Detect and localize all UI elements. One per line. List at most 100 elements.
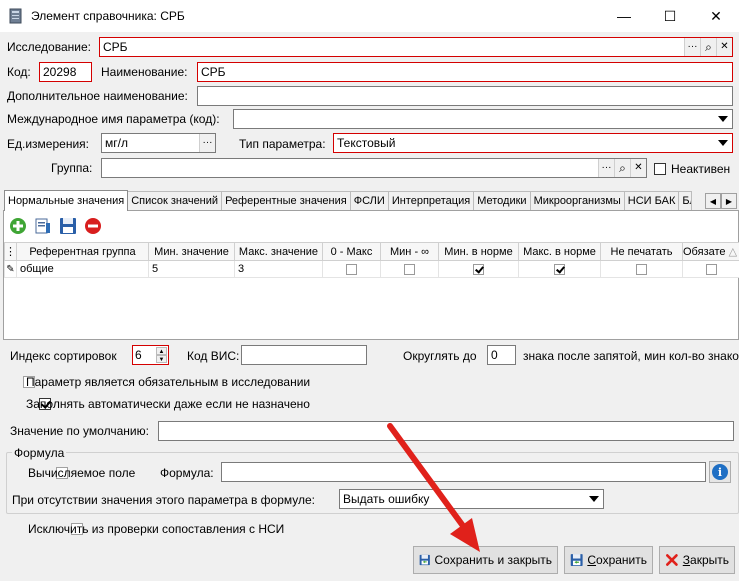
unit-field[interactable]: мг/л ··· <box>101 133 216 153</box>
group-search-button[interactable]: ⌕ <box>614 159 630 177</box>
delete-row-button[interactable] <box>83 216 103 236</box>
delete-icon <box>85 218 101 234</box>
no-print-checkbox[interactable] <box>636 263 647 275</box>
group-clear-button[interactable]: ✕ <box>630 159 646 177</box>
cell-no-print[interactable] <box>600 260 683 278</box>
zero-max-checkbox[interactable] <box>346 263 357 275</box>
minimize-icon: — <box>617 8 631 24</box>
column-header-label: Обязате <box>683 246 726 258</box>
edit-row-button[interactable] <box>33 216 53 236</box>
additional-name-field[interactable] <box>197 86 733 106</box>
min-inf-checkbox[interactable] <box>404 263 415 275</box>
group-field[interactable]: ··· ⌕ ✕ <box>101 158 647 178</box>
column-header[interactable]: Обязате △ <box>682 242 739 261</box>
min-norm-checkbox[interactable] <box>473 263 484 275</box>
title-bar: Элемент справочника: СРБ — ☐ ✕ <box>0 0 739 32</box>
research-search-button[interactable]: ⌕ <box>700 38 716 56</box>
research-clear-button[interactable]: ✕ <box>716 38 732 56</box>
clear-icon: ✕ <box>720 41 729 52</box>
code-field[interactable]: 20298 <box>39 62 92 82</box>
additional-name-label: Дополнительное наименование: <box>7 89 188 103</box>
chevron-down-icon <box>718 116 728 122</box>
column-header[interactable]: Мин - ∞ <box>380 242 439 261</box>
tab-0[interactable]: Нормальные значения <box>4 190 129 211</box>
formula-group-title: Формула <box>12 446 67 461</box>
column-header[interactable]: Мин. значение <box>148 242 235 261</box>
vis-code-field[interactable] <box>241 345 367 365</box>
cell-ref-group[interactable]: общие <box>16 260 149 278</box>
unit-browse-button[interactable]: ··· <box>199 134 215 152</box>
spin-down-button[interactable]: ▼ <box>156 355 167 363</box>
minimize-button[interactable]: — <box>601 0 647 32</box>
maximize-icon: ☐ <box>663 7 677 24</box>
app-icon <box>8 8 24 24</box>
column-header[interactable]: Макс. в норме <box>518 242 601 261</box>
required-param-label: Параметр является обязательным в исследо… <box>26 375 311 389</box>
research-label: Исследование: <box>7 40 91 54</box>
ellipsis-icon: ··· <box>601 162 612 173</box>
group-browse-button[interactable]: ··· <box>598 159 614 177</box>
research-browse-button[interactable]: ··· <box>684 38 700 56</box>
close-x-icon <box>665 554 678 566</box>
cell-required[interactable] <box>682 260 739 278</box>
intl-name-label: Международное имя параметра (код): <box>7 112 220 126</box>
tab-8[interactable]: Бл <box>678 191 693 210</box>
tab-1[interactable]: Список значений <box>127 191 223 210</box>
name-label: Наименование: <box>101 65 188 79</box>
param-type-label: Тип параметра: <box>239 137 326 151</box>
research-field[interactable]: СРБ ··· ⌕ ✕ <box>99 37 733 57</box>
max-norm-checkbox[interactable] <box>554 263 565 275</box>
name-field[interactable]: СРБ <box>197 62 733 82</box>
clear-icon: ✕ <box>634 162 643 173</box>
add-row-button[interactable] <box>8 216 28 236</box>
edit-icon <box>35 218 50 234</box>
sort-index-spinner[interactable]: 6 ▲ ▼ <box>132 345 169 365</box>
save-label: Сохранить <box>587 553 647 567</box>
tab-7[interactable]: НСИ БАК <box>623 191 680 210</box>
round-label: Округлять до <box>403 349 477 363</box>
cell-zero-max[interactable] <box>322 260 381 278</box>
tab-scroll-left-button[interactable]: ◀ <box>705 193 721 209</box>
cell-max[interactable]: 3 <box>234 260 323 278</box>
maximize-button[interactable]: ☐ <box>647 0 693 32</box>
chevron-down-icon <box>589 496 599 502</box>
cell-min[interactable]: 5 <box>148 260 235 278</box>
round-field[interactable]: 0 <box>487 345 516 365</box>
cell-max-norm[interactable] <box>518 260 601 278</box>
formula-label: Формула: <box>160 466 214 480</box>
tab-4[interactable]: Интерпретация <box>387 191 475 210</box>
cell-min-norm[interactable] <box>438 260 519 278</box>
chevron-down-icon <box>718 140 728 146</box>
column-header[interactable]: Не печатать <box>600 242 683 261</box>
save-icon <box>570 554 583 566</box>
inactive-checkbox[interactable] <box>654 163 666 175</box>
intl-name-dropdown[interactable] <box>233 109 733 129</box>
tab-6[interactable]: Микроорганизмы <box>529 191 625 210</box>
missing-value-label: При отсутствии значения этого параметра … <box>12 493 316 507</box>
ellipsis-icon: ··· <box>202 137 213 148</box>
column-header[interactable]: Мин. в норме <box>438 242 519 261</box>
table-row[interactable]: ✎ общие 5 3 <box>4 260 739 278</box>
required-col-checkbox[interactable] <box>705 263 717 275</box>
tab-2[interactable]: Референтные значения <box>221 191 351 210</box>
window-title: Элемент справочника: СРБ <box>31 9 185 23</box>
save-row-button[interactable] <box>58 216 78 236</box>
close-dialog-button[interactable]: Закрыть <box>659 546 735 574</box>
tab-3[interactable]: ФСЛИ <box>349 191 389 210</box>
default-value-label: Значение по умолчанию: <box>10 424 149 438</box>
close-button[interactable]: ✕ <box>693 0 739 32</box>
save-button[interactable]: Сохранить <box>564 546 653 574</box>
ellipsis-icon: ··· <box>687 41 698 52</box>
column-header[interactable]: 0 - Макс <box>322 242 381 261</box>
formula-info-button[interactable]: i <box>709 461 731 483</box>
column-header[interactable]: Референтная группа <box>16 242 149 261</box>
spin-up-button[interactable]: ▲ <box>156 347 167 355</box>
exclude-nsi-label: Исключить из проверки сопоставления с НС… <box>28 522 285 536</box>
tab-5[interactable]: Методики <box>473 191 531 210</box>
column-header[interactable]: Макс. значение <box>234 242 323 261</box>
param-type-dropdown[interactable]: Текстовый <box>333 133 733 153</box>
unit-label: Ед.измерения: <box>7 137 89 151</box>
cell-min-inf[interactable] <box>380 260 439 278</box>
grid-header-row: ⋮ Референтная группа Мин. значение Макс.… <box>4 242 739 261</box>
tab-scroll-right-button[interactable]: ▶ <box>721 193 737 209</box>
